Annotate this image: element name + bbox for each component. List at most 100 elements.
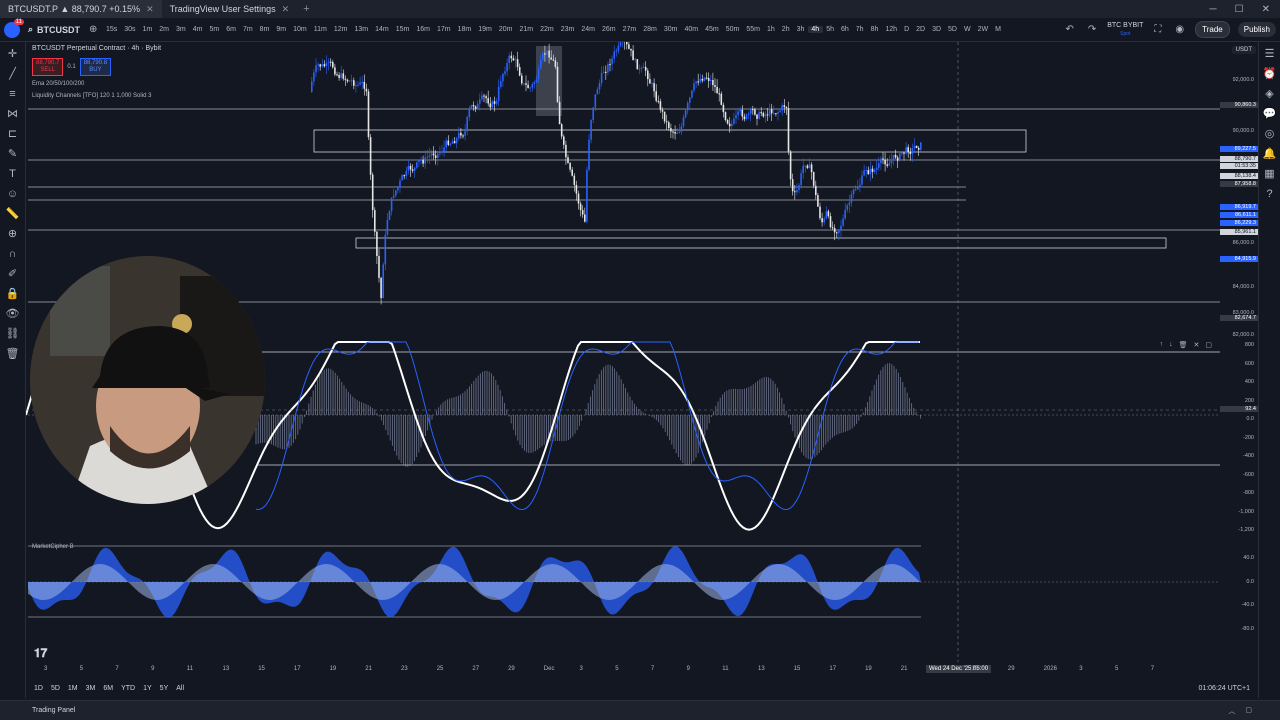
interval-16m[interactable]: 16m	[413, 26, 434, 33]
buy-button[interactable]: 88,790.8 BUY	[79, 58, 112, 76]
marketcipher-label[interactable]: MarketCipher B	[32, 544, 74, 550]
interval-40m[interactable]: 40m	[681, 26, 702, 33]
move-down-icon[interactable]: ↓	[1169, 341, 1173, 349]
redo-icon[interactable]: ↷	[1085, 24, 1099, 35]
watchlist-icon[interactable]: ☰	[1265, 48, 1275, 60]
liquidity-indicator-label[interactable]: Liquidity Channels [TFO] 120 1 1,000 Sol…	[32, 93, 151, 99]
interval-28m[interactable]: 28m	[640, 26, 661, 33]
range-1D[interactable]: 1D	[34, 685, 43, 692]
interval-2W[interactable]: 2W	[974, 26, 992, 33]
interval-30m[interactable]: 30m	[660, 26, 681, 33]
magnet-icon[interactable]: ∩	[9, 248, 17, 260]
projection-icon[interactable]: ⊏	[8, 128, 17, 140]
currency-selector[interactable]: USDT	[1231, 46, 1256, 54]
trading-panel-label[interactable]: Trading Panel	[32, 707, 75, 714]
calendar-icon[interactable]: ▦	[1264, 168, 1274, 180]
lock-icon[interactable]: 🔒	[6, 288, 20, 300]
utc-clock[interactable]: 01:06:24 UTC+1	[1198, 685, 1258, 692]
interval-55m[interactable]: 55m	[743, 26, 764, 33]
new-tab-icon[interactable]: +	[297, 3, 315, 15]
interval-45m[interactable]: 45m	[702, 26, 723, 33]
help-icon[interactable]: ?	[1266, 188, 1272, 200]
price-axis[interactable]: USDT 92,000.0 90,000.0 86,000.0 84,000.0 83,…	[1220, 42, 1258, 662]
interval-4m[interactable]: 4m	[189, 26, 206, 33]
notifications-icon[interactable]: 🔔	[1263, 148, 1277, 160]
interval-15s[interactable]: 15s	[102, 26, 120, 33]
maximize-pane-icon[interactable]: ▢	[1205, 341, 1212, 349]
interval-17m[interactable]: 17m	[434, 26, 455, 33]
interval-3D[interactable]: 3D	[929, 26, 945, 33]
interval-5m[interactable]: 5m	[206, 26, 223, 33]
broker-selector[interactable]: BTC BYBIT Spot	[1107, 22, 1143, 38]
trendline-icon[interactable]: ╱	[9, 68, 16, 80]
interval-18m[interactable]: 18m	[454, 26, 475, 33]
lock-drawing-icon[interactable]: ✐	[8, 268, 17, 280]
interval-6h[interactable]: 6h	[837, 26, 852, 33]
interval-26m[interactable]: 26m	[599, 26, 620, 33]
chat-icon[interactable]: 💬	[1263, 108, 1277, 120]
pattern-icon[interactable]: ⋈	[7, 108, 18, 120]
interval-6m[interactable]: 6m	[223, 26, 240, 33]
interval-24m[interactable]: 24m	[578, 26, 599, 33]
range-1Y[interactable]: 1Y	[143, 685, 152, 692]
interval-8h[interactable]: 8h	[867, 26, 882, 33]
ema-indicator-label[interactable]: Ema 20/50/100/200	[32, 81, 84, 87]
interval-W[interactable]: W	[960, 26, 974, 33]
interval-7m[interactable]: 7m	[239, 26, 256, 33]
interval-30s[interactable]: 30s	[121, 26, 139, 33]
range-1M[interactable]: 1M	[68, 685, 78, 692]
close-window-icon[interactable]: ✕	[1262, 4, 1270, 15]
interval-5h[interactable]: 5h	[823, 26, 838, 33]
move-up-icon[interactable]: ↑	[1160, 341, 1164, 349]
collapse-icon[interactable]: ✕	[1194, 341, 1200, 349]
interval-M[interactable]: M	[992, 26, 1005, 33]
tab-chart[interactable]: BTCUSDT.P ▲ 88,790.7 +0.15% ✕	[0, 0, 162, 18]
sell-button[interactable]: 88,790.7 SELL	[32, 58, 64, 76]
interval-21m[interactable]: 21m	[516, 26, 537, 33]
interval-20m[interactable]: 20m	[495, 26, 516, 33]
zoom-icon[interactable]: ⊕	[8, 228, 17, 240]
undo-icon[interactable]: ↶	[1062, 24, 1076, 35]
chevron-up-icon[interactable]: ︿	[1228, 706, 1235, 716]
ideas-icon[interactable]: ◎	[1265, 128, 1275, 140]
interval-2h[interactable]: 2h	[778, 26, 793, 33]
link-icon[interactable]: ⛓	[6, 328, 20, 340]
interval-10m[interactable]: 10m	[290, 26, 311, 33]
compare-plus-icon[interactable]: ⊕	[86, 24, 100, 35]
data-window-icon[interactable]: ◈	[1265, 88, 1273, 100]
delete-pane-icon[interactable]: 🗑	[1179, 341, 1188, 349]
ruler-icon[interactable]: 📏	[6, 208, 20, 220]
publish-button[interactable]: Publish	[1237, 22, 1276, 37]
emoji-icon[interactable]: ☺	[7, 188, 18, 200]
interval-12h[interactable]: 12h	[882, 26, 901, 33]
text-icon[interactable]: T	[9, 168, 16, 180]
interval-22m[interactable]: 22m	[537, 26, 558, 33]
range-5D[interactable]: 5D	[51, 685, 60, 692]
crosshair-icon[interactable]: ✛	[8, 48, 17, 60]
interval-12m[interactable]: 12m	[330, 26, 351, 33]
eye-icon[interactable]: 👁	[6, 308, 20, 320]
interval-13m[interactable]: 13m	[351, 26, 372, 33]
expand-icon[interactable]: ▢	[1245, 706, 1252, 716]
interval-19m[interactable]: 19m	[475, 26, 496, 33]
symbol-search[interactable]: ⌕ BTCUSDT	[28, 24, 80, 35]
interval-5D[interactable]: 5D	[945, 26, 961, 33]
interval-3h[interactable]: 3h	[793, 26, 808, 33]
range-All[interactable]: All	[176, 685, 184, 692]
trash-icon[interactable]: 🗑	[6, 348, 20, 360]
interval-9m[interactable]: 9m	[273, 26, 290, 33]
interval-15m[interactable]: 15m	[392, 26, 413, 33]
fib-icon[interactable]: ≡	[9, 88, 15, 100]
range-3M[interactable]: 3M	[86, 685, 96, 692]
camera-icon[interactable]: ◉	[1172, 24, 1187, 35]
interval-27m[interactable]: 27m	[619, 26, 640, 33]
brush-icon[interactable]: ✎	[8, 148, 17, 160]
range-5Y[interactable]: 5Y	[160, 685, 169, 692]
interval-1h[interactable]: 1h	[764, 26, 779, 33]
time-axis[interactable]: Wed 24 Dec '25 05:00 3 5 7 9 11 13 15 17 19 21 23 2…	[26, 662, 1258, 678]
interval-8m[interactable]: 8m	[256, 26, 273, 33]
interval-14m[interactable]: 14m	[372, 26, 393, 33]
trade-button[interactable]: Trade	[1195, 21, 1230, 38]
interval-4h[interactable]: 4h	[807, 26, 823, 33]
close-icon[interactable]: ✕	[282, 4, 290, 15]
